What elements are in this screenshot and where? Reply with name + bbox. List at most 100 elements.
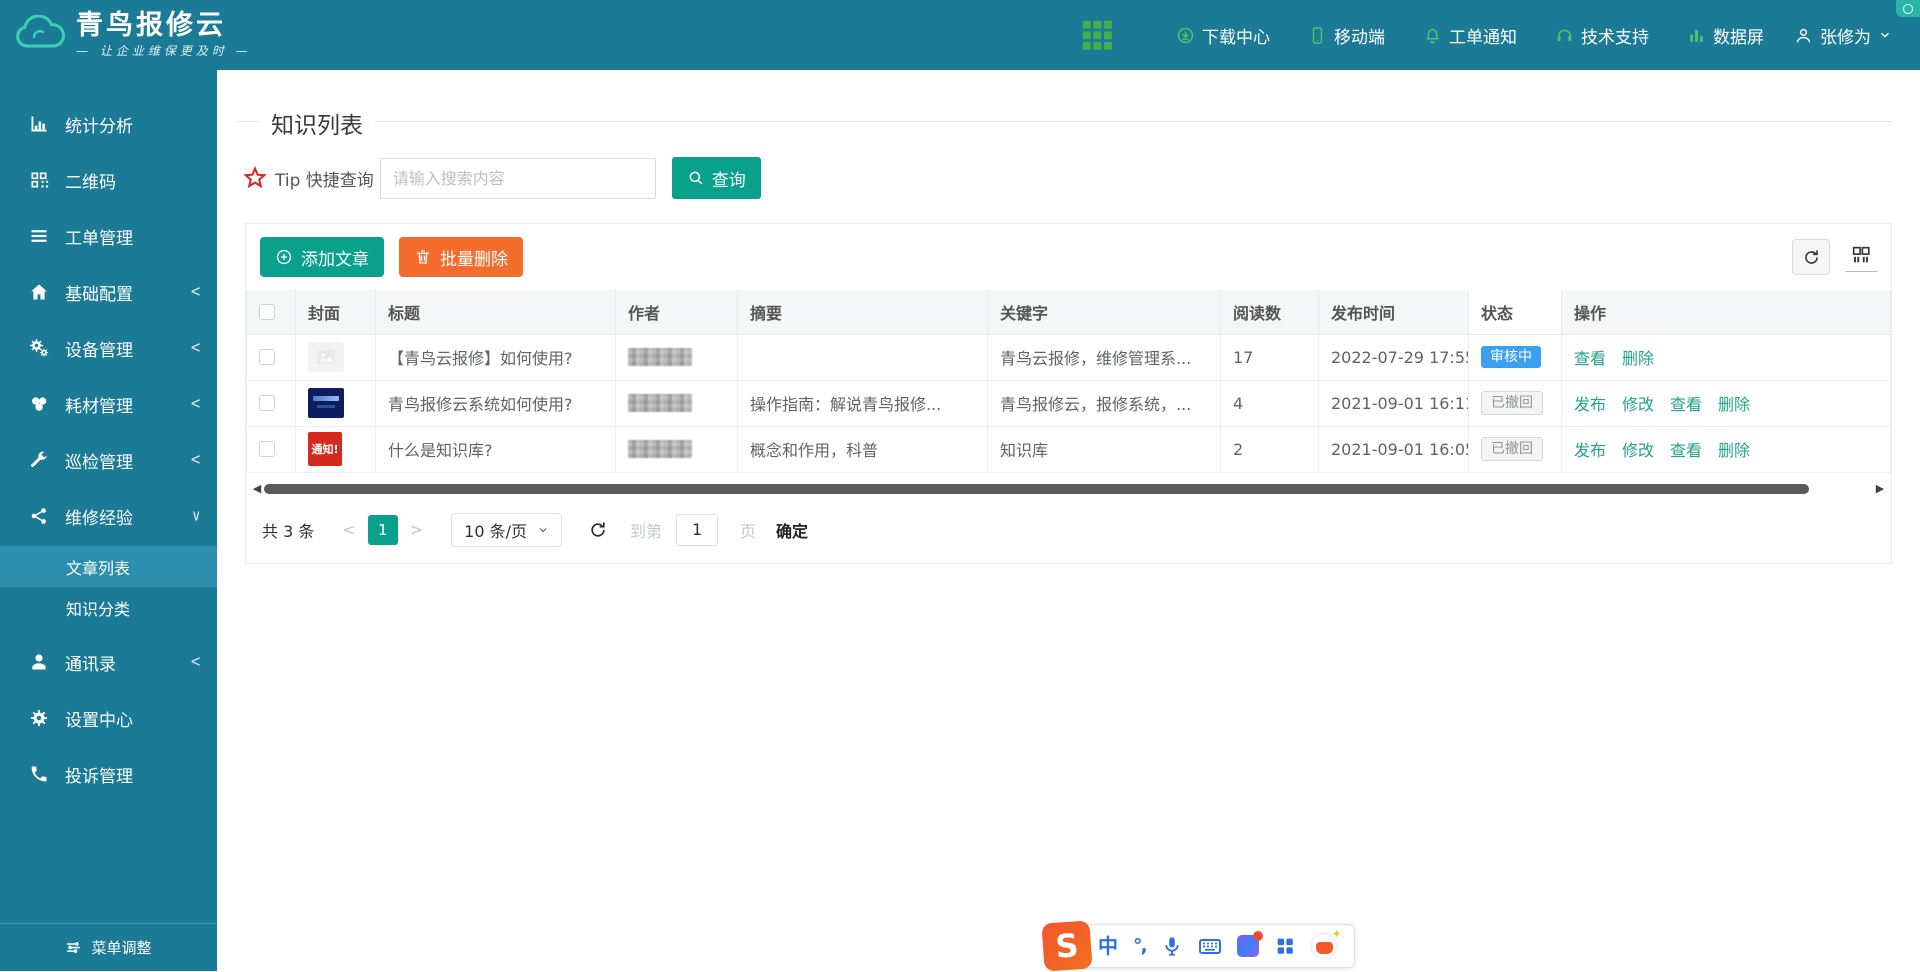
- sidebar-item-device[interactable]: 设备管理<: [0, 320, 217, 376]
- user-menu[interactable]: 张修为: [1794, 23, 1920, 48]
- keyboard-icon[interactable]: [1198, 934, 1222, 958]
- select-all-checkbox[interactable]: [259, 304, 275, 320]
- cell-summary: [738, 334, 988, 380]
- goto-page-input[interactable]: [676, 514, 718, 546]
- ime-punctuation[interactable]: °,: [1133, 939, 1146, 953]
- sidebar-subitem-label: 知识分类: [66, 596, 130, 620]
- action-link-view[interactable]: 查看: [1670, 395, 1702, 414]
- cloud-logo-icon: [14, 15, 66, 55]
- sidebar-item-repair-exp[interactable]: 维修经验∨: [0, 488, 217, 544]
- cell-reads: 17: [1221, 334, 1319, 380]
- ime-skin-icon[interactable]: [1237, 935, 1259, 957]
- sidebar-item-basic-config[interactable]: 基础配置<: [0, 264, 217, 320]
- nav-item-support[interactable]: 技术支持: [1555, 23, 1649, 48]
- nav-item-mobile[interactable]: 移动端: [1308, 23, 1385, 48]
- quick-search-bar: Tip 快捷查询 查询: [243, 157, 761, 199]
- refresh-table-button[interactable]: [1792, 239, 1830, 275]
- action-link-publish[interactable]: 发布: [1574, 441, 1606, 460]
- row-checkbox[interactable]: [259, 349, 275, 365]
- trash-icon: [414, 248, 432, 266]
- prev-page-button[interactable]: <: [330, 520, 367, 539]
- corner-overlay-icon[interactable]: [1896, 0, 1920, 17]
- column-header-ops: 操作: [1562, 290, 1891, 334]
- knowledge-table: 封面标题作者摘要关键字阅读数发布时间状态操作 【青鸟云报修】如何使用?青鸟云报修…: [246, 290, 1891, 473]
- ime-toolbox-icon[interactable]: [1274, 935, 1296, 957]
- action-link-publish[interactable]: 发布: [1574, 395, 1606, 414]
- app-title: 青鸟报修云: [76, 11, 252, 41]
- action-link-edit[interactable]: 修改: [1622, 395, 1654, 414]
- menu-adjust-button[interactable]: 菜单调整: [0, 923, 217, 971]
- tip-label: Tip 快捷查询: [275, 166, 374, 191]
- column-header-status: 状态: [1469, 290, 1562, 334]
- add-article-button[interactable]: 添加文章: [260, 237, 384, 277]
- nav-item-label: 工单通知: [1449, 23, 1517, 48]
- nav-item-notify[interactable]: 工单通知: [1423, 23, 1517, 48]
- cell-keywords: 青鸟报修云，报修系统，...: [988, 380, 1221, 426]
- sidebar-item-contacts[interactable]: 通讯录<: [0, 634, 217, 690]
- cell-title: 青鸟报修云系统如何使用?: [376, 380, 616, 426]
- nav-item-datascreen[interactable]: 数据屏: [1687, 23, 1764, 48]
- goto-confirm-button[interactable]: 确定: [776, 518, 808, 542]
- cell-keywords: 知识库: [988, 426, 1221, 472]
- scrollbar-thumb[interactable]: [264, 484, 1809, 494]
- batch-delete-button[interactable]: 批量删除: [399, 237, 523, 277]
- cover-image-placeholder: [308, 342, 344, 372]
- page-size-select[interactable]: 10 条/页: [451, 513, 562, 547]
- toolbar-right: [1792, 239, 1877, 275]
- column-header-reads: 阅读数: [1221, 290, 1319, 334]
- gear-icon: [28, 708, 50, 728]
- sidebar-item-complaints[interactable]: 投诉管理: [0, 746, 217, 802]
- sidebar-item-stats[interactable]: 统计分析: [0, 96, 217, 152]
- action-link-delete[interactable]: 删除: [1622, 349, 1654, 368]
- search-button[interactable]: 查询: [672, 157, 761, 199]
- sidebar-subitem-article-list[interactable]: 文章列表: [0, 546, 217, 587]
- scrollbar-track[interactable]: [264, 483, 1873, 495]
- nav-item-download[interactable]: 下载中心: [1176, 23, 1270, 48]
- sidebar-item-workorder[interactable]: 工单管理: [0, 208, 217, 264]
- apps-grid-icon[interactable]: [1080, 18, 1114, 52]
- sidebar-item-label: 投诉管理: [65, 762, 133, 787]
- ime-chinese-mode[interactable]: 中: [1098, 936, 1118, 956]
- row-checkbox[interactable]: [259, 441, 275, 457]
- sidebar-item-label: 巡检管理: [65, 448, 133, 473]
- sogou-logo[interactable]: S: [1041, 920, 1092, 971]
- chevron-left-icon: <: [190, 283, 201, 301]
- wrench-icon: [28, 450, 50, 470]
- search-input[interactable]: [380, 158, 656, 199]
- column-settings-button[interactable]: [1845, 242, 1877, 272]
- pagination-refresh-button[interactable]: [588, 520, 608, 540]
- sidebar-item-label: 二维码: [65, 168, 116, 193]
- row-checkbox[interactable]: [259, 395, 275, 411]
- sidebar-item-inspection[interactable]: 巡检管理<: [0, 432, 217, 488]
- sidebar-item-settings[interactable]: 设置中心: [0, 690, 217, 746]
- pagination: 共 3 条 < 1 > 10 条/页 到第 页 确定: [246, 501, 1891, 563]
- ime-emoji-icon[interactable]: [1311, 933, 1337, 959]
- cell-author: [616, 334, 738, 380]
- ime-toolbar: S 中 °,: [1049, 924, 1355, 968]
- action-link-delete[interactable]: 删除: [1718, 441, 1750, 460]
- action-link-view[interactable]: 查看: [1670, 441, 1702, 460]
- microphone-icon[interactable]: [1161, 935, 1183, 957]
- cell-published: 2022-07-29 17:55: [1319, 334, 1469, 380]
- sidebar-item-label: 维修经验: [65, 504, 133, 529]
- action-link-edit[interactable]: 修改: [1622, 441, 1654, 460]
- action-link-delete[interactable]: 删除: [1718, 395, 1750, 414]
- table-body: 【青鸟云报修】如何使用?青鸟云报修，维修管理系...172022-07-29 1…: [247, 334, 1891, 472]
- sidebar-submenu: 文章列表知识分类: [0, 544, 217, 634]
- next-page-button[interactable]: >: [398, 520, 435, 539]
- action-link-view[interactable]: 查看: [1574, 349, 1606, 368]
- person-icon: [28, 652, 50, 672]
- stats-icon: [28, 114, 50, 134]
- sidebar-item-qrcode[interactable]: 二维码: [0, 152, 217, 208]
- nav-item-label: 数据屏: [1713, 23, 1764, 48]
- bell-icon: [1423, 26, 1442, 45]
- cell-summary: 操作指南：解说青鸟报修...: [738, 380, 988, 426]
- sidebar-item-consumables[interactable]: 耗材管理<: [0, 376, 217, 432]
- goto-label: 到第: [630, 518, 662, 542]
- cell-author: [616, 380, 738, 426]
- sidebar-subitem-knowledge-category[interactable]: 知识分类: [0, 587, 217, 628]
- page-number-button[interactable]: 1: [368, 515, 398, 545]
- top-header: 青鸟报修云 — 让企业维保更及时 — 下载中心移动端工单通知技术支持数据屏 张修…: [0, 0, 1920, 70]
- column-header-summary: 摘要: [738, 290, 988, 334]
- cell-actions: 发布修改查看删除: [1562, 426, 1891, 472]
